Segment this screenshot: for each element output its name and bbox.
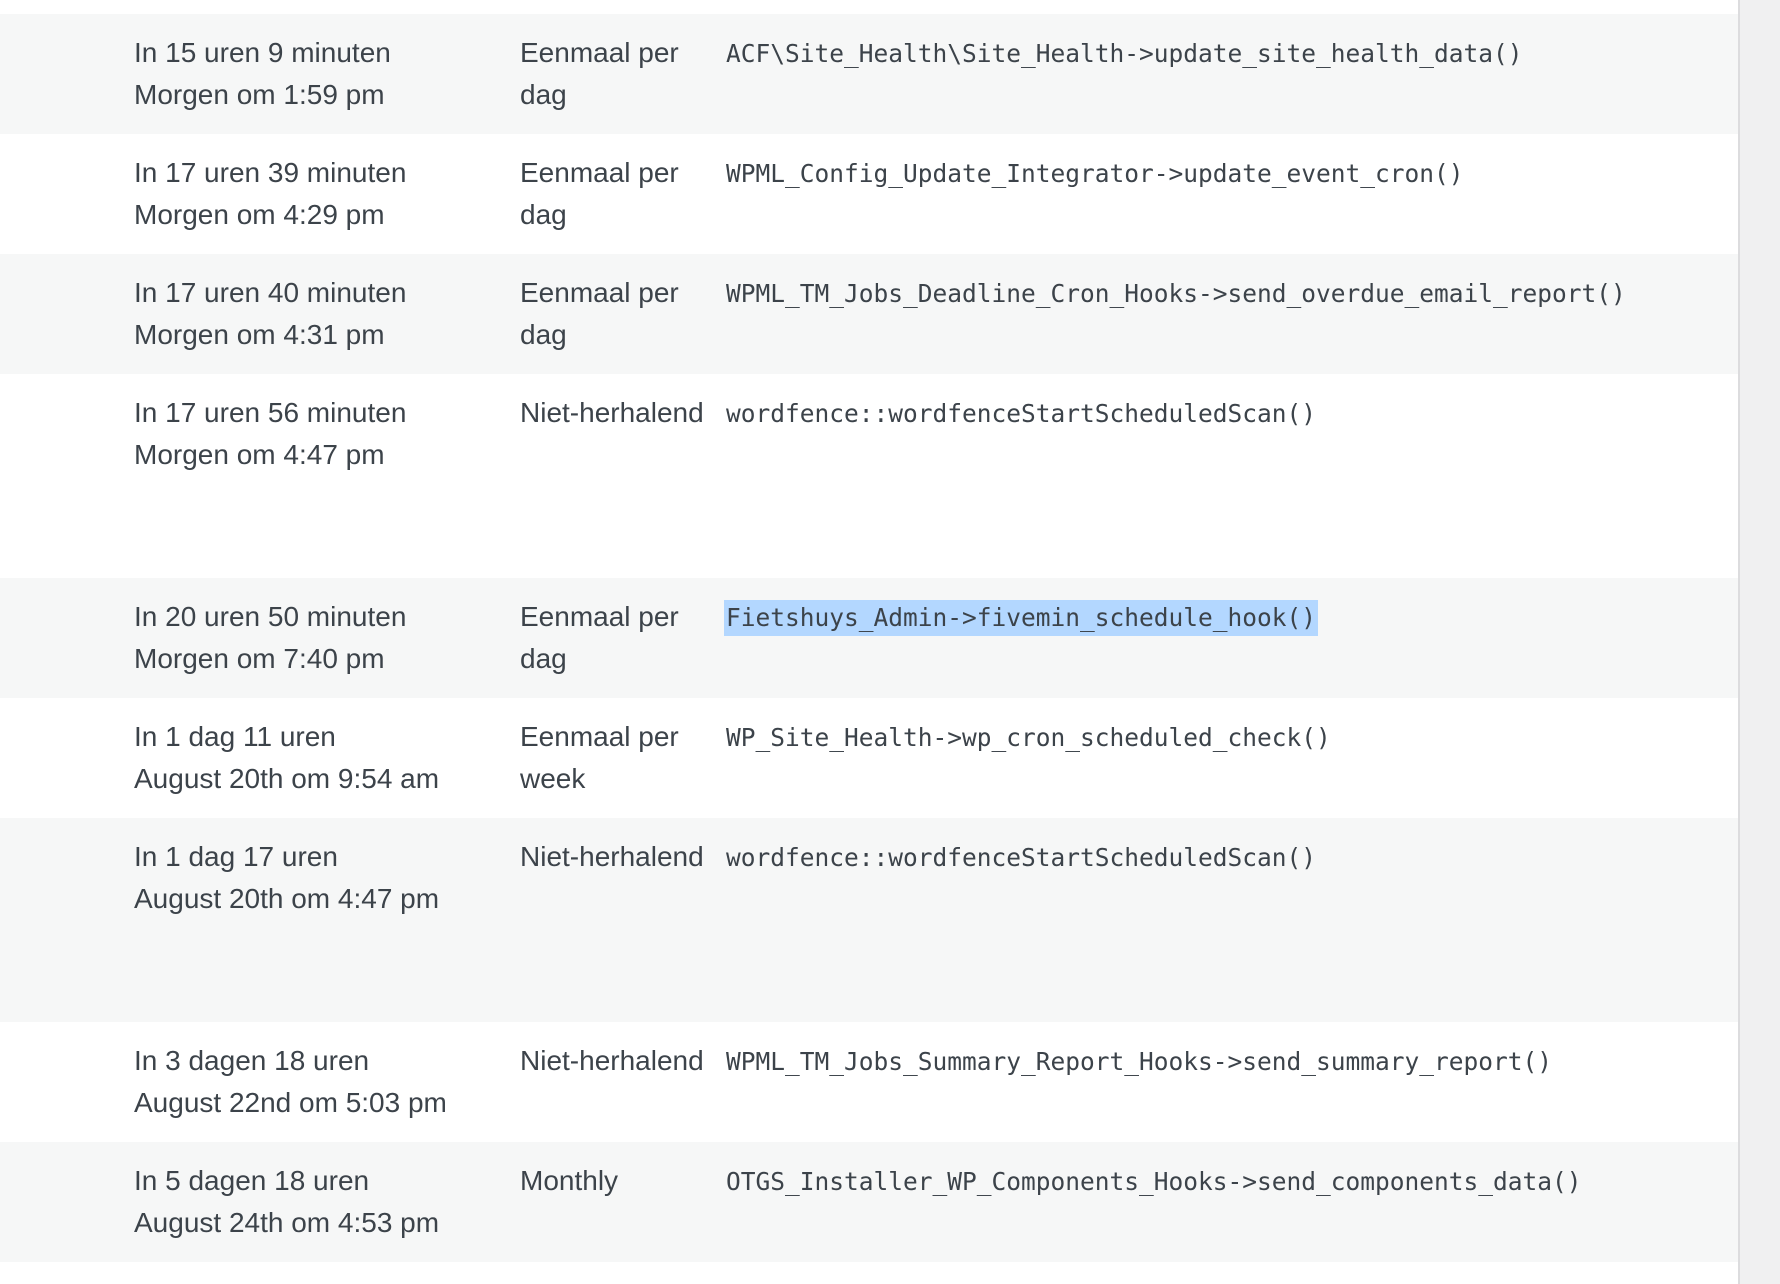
hook-cell: WPML_Config_Update_Integrator->update_ev…	[726, 159, 1464, 188]
table-row: In 20 uren 50 minuten Morgen om 7:40 pm …	[0, 578, 1738, 698]
next-run-cell: In 17 uren 39 minuten Morgen om 4:29 pm	[134, 152, 494, 236]
next-run-relative: In 20 uren 50 minuten	[134, 601, 407, 632]
next-run-cell: In 3 dagen 18 uren August 22nd om 5:03 p…	[134, 1040, 494, 1124]
next-run-cell: In 5 dagen 18 uren August 24th om 4:53 p…	[134, 1160, 494, 1244]
page-gutter	[1740, 0, 1780, 1284]
table-row: In 1 dag 11 uren August 20th om 9:54 am …	[0, 698, 1738, 818]
hook-cell: WP_Site_Health->wp_cron_scheduled_check(…	[726, 723, 1331, 752]
table-row: In 17 uren 40 minuten Morgen om 4:31 pm …	[0, 254, 1738, 374]
next-run-absolute: August 22nd om 5:03 pm	[134, 1087, 447, 1118]
hook-cell: WPML_TM_Jobs_Summary_Report_Hooks->send_…	[726, 1047, 1553, 1076]
next-run-absolute: Morgen om 4:29 pm	[134, 199, 385, 230]
table-row: In 17 uren 39 minuten Morgen om 4:29 pm …	[0, 134, 1738, 254]
table-row: In 5 dagen 18 uren August 24th om 4:53 p…	[0, 1142, 1738, 1262]
next-run-relative: In 1 dag 11 uren	[134, 721, 336, 752]
next-run-cell: In 1 dag 17 uren August 20th om 4:47 pm	[134, 836, 494, 920]
next-run-relative: In 15 uren 9 minuten	[134, 37, 391, 68]
hook-cell: wordfence::wordfenceStartScheduledScan()	[726, 843, 1317, 872]
next-run-relative: In 17 uren 40 minuten	[134, 277, 407, 308]
table-row: In 15 uren 9 minuten Morgen om 1:59 pm E…	[0, 14, 1738, 134]
next-run-absolute: Morgen om 4:47 pm	[134, 439, 385, 470]
frequency-cell: Eenmaal per dag	[520, 601, 679, 674]
table-top-spacer	[0, 0, 1738, 14]
next-run-relative: In 5 dagen 18 uren	[134, 1165, 370, 1196]
next-run-cell: In 17 uren 56 minuten Morgen om 4:47 pm	[134, 392, 494, 476]
next-run-cell: In 1 dag 11 uren August 20th om 9:54 am	[134, 716, 494, 800]
next-run-cell: In 17 uren 40 minuten Morgen om 4:31 pm	[134, 272, 494, 356]
frequency-cell: Eenmaal per week	[520, 721, 679, 794]
next-run-relative: In 17 uren 56 minuten	[134, 397, 407, 428]
table-row: In 17 uren 56 minuten Morgen om 4:47 pm …	[0, 374, 1738, 578]
next-run-absolute: August 24th om 4:53 pm	[134, 1207, 440, 1238]
hook-cell: ACF\Site_Health\Site_Health->update_site…	[726, 39, 1523, 68]
next-run-cell: In 20 uren 50 minuten Morgen om 7:40 pm	[134, 596, 494, 680]
frequency-cell: Eenmaal per dag	[520, 157, 679, 230]
next-run-relative: In 3 dagen 18 uren	[134, 1045, 370, 1076]
hook-cell-selected[interactable]: Fietshuys_Admin->fivemin_schedule_hook()	[724, 600, 1319, 636]
next-run-absolute: August 20th om 4:47 pm	[134, 883, 440, 914]
next-run-absolute: Morgen om 1:59 pm	[134, 79, 385, 110]
frequency-cell: Monthly	[520, 1165, 619, 1196]
hook-cell: wordfence::wordfenceStartScheduledScan()	[726, 399, 1317, 428]
next-run-absolute: Morgen om 7:40 pm	[134, 643, 385, 674]
next-run-relative: In 17 uren 39 minuten	[134, 157, 407, 188]
hook-cell: WPML_TM_Jobs_Deadline_Cron_Hooks->send_o…	[726, 279, 1626, 308]
frequency-cell: Eenmaal per dag	[520, 277, 679, 350]
table-row: In 3 dagen 18 uren August 22nd om 5:03 p…	[0, 1022, 1738, 1142]
cron-events-table: In 15 uren 9 minuten Morgen om 1:59 pm E…	[0, 0, 1738, 1284]
frequency-cell: Niet-herhalend	[520, 397, 704, 428]
frequency-cell: Eenmaal per dag	[520, 37, 679, 110]
next-run-cell: In 15 uren 9 minuten Morgen om 1:59 pm	[134, 32, 494, 116]
hook-cell: OTGS_Installer_WP_Components_Hooks->send…	[726, 1167, 1582, 1196]
frequency-cell: Niet-herhalend	[520, 1045, 704, 1076]
frequency-cell: Niet-herhalend	[520, 841, 704, 872]
next-run-relative: In 1 dag 17 uren	[134, 841, 338, 872]
table-row: In 1 dag 17 uren August 20th om 4:47 pm …	[0, 818, 1738, 1022]
next-run-absolute: Morgen om 4:31 pm	[134, 319, 385, 350]
next-run-absolute: August 20th om 9:54 am	[134, 763, 440, 794]
